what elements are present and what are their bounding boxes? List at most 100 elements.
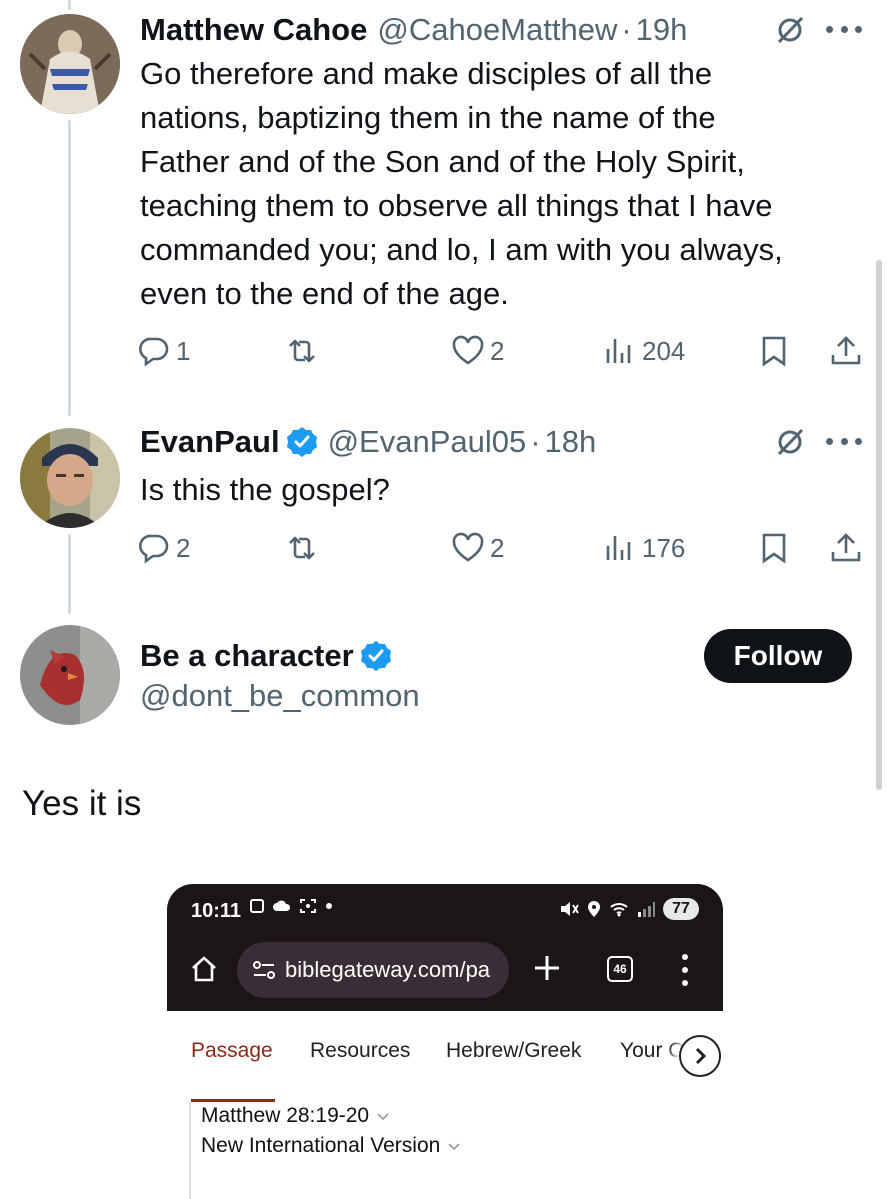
like-button[interactable]: 2 [452, 331, 504, 371]
follow-button[interactable]: Follow [704, 629, 852, 683]
notification-dot-icon [326, 903, 332, 909]
bookmark-button[interactable] [758, 331, 790, 371]
tab-your-content[interactable]: Your C [620, 1039, 683, 1063]
retweet-button[interactable] [286, 528, 318, 568]
heart-icon [452, 335, 484, 365]
tweet-text-line: Father and of the Son and of the Holy Sp… [140, 144, 745, 179]
location-icon [588, 901, 600, 917]
avatar-image [20, 428, 120, 528]
verified-badge-icon [286, 426, 318, 458]
chevron-down-icon [377, 1113, 389, 1121]
like-count: 2 [490, 335, 505, 366]
author-handle[interactable]: @dont_be_common [140, 678, 420, 714]
cloud-icon [273, 900, 291, 911]
verified-badge-icon [360, 640, 392, 672]
signal-icon [638, 902, 655, 917]
tab-passage[interactable]: Passage [191, 1039, 273, 1063]
thread-connector [68, 0, 71, 10]
tweet-text-line: Go therefore and make disciples of all t… [140, 56, 713, 91]
url-text: biblegateway.com/pa [285, 957, 491, 982]
reply-bubble-icon [139, 337, 169, 367]
scrollbar[interactable] [876, 260, 882, 790]
passage-selector: Matthew 28:19-20 New International Versi… [189, 1102, 723, 1199]
views-bar-chart-icon [606, 536, 631, 560]
tweet-text-line: nations, baptizing them in the name of t… [140, 100, 716, 135]
avatar-evanpaul[interactable] [20, 428, 120, 528]
avatar-matthew-cahoe[interactable] [20, 14, 120, 114]
url-bar-row: biblegateway.com/pa 46 [167, 938, 723, 1002]
bookmark-icon [762, 336, 786, 367]
views-button[interactable]: 176 [604, 528, 685, 568]
status-icons-right: 77 [559, 898, 699, 920]
passage-reference-select[interactable]: Matthew 28:19-20 [201, 1104, 391, 1128]
passage-reference: Matthew 28:19-20 [201, 1104, 370, 1127]
share-button[interactable] [830, 331, 862, 371]
attached-screenshot[interactable]: 10:11 77 biblegateway.com/pa 46 Passage … [167, 884, 723, 1199]
status-time: 10:11 [191, 900, 242, 922]
tweet-text: Is this the gospel? [140, 468, 870, 512]
retweet-button[interactable] [286, 331, 318, 371]
tweet-text-line: commanded you; and lo, I am with you alw… [140, 232, 783, 267]
share-button[interactable] [830, 528, 862, 568]
bookmark-icon [762, 533, 786, 564]
like-button[interactable]: 2 [452, 528, 504, 568]
like-count: 2 [490, 532, 505, 563]
mute-icon [561, 902, 579, 916]
reply-bubble-icon [139, 534, 169, 564]
avatar-image [20, 14, 120, 114]
site-nav: Passage Resources Hebrew/Greek Your C [167, 1011, 723, 1102]
share-upload-icon [831, 336, 861, 365]
timestamp[interactable]: 19h [636, 12, 688, 48]
separator-dot: · [621, 12, 632, 47]
focused-handle-line: @dont_be_common [140, 676, 420, 716]
author-name[interactable]: Be a character [140, 638, 354, 674]
grok-icon[interactable] [774, 426, 806, 458]
site-settings-icon[interactable] [251, 957, 277, 983]
heart-icon [452, 532, 484, 562]
battery-indicator: 77 [663, 898, 699, 920]
url-bar[interactable]: biblegateway.com/pa [237, 942, 509, 998]
browser-chrome: 10:11 77 biblegateway.com/pa 46 [167, 884, 723, 1011]
screenshot-icon [300, 899, 316, 913]
new-tab-plus-icon[interactable] [531, 952, 563, 984]
version-select[interactable]: New International Version [201, 1134, 462, 1158]
bible-version: New International Version [201, 1134, 441, 1157]
tweet-text-line: even to the end of the age. [140, 276, 509, 311]
tweet-actions: 1 2 204 [138, 331, 868, 371]
chevron-right-icon [695, 1047, 707, 1065]
retweet-icon [289, 339, 315, 363]
avatar-be-a-character[interactable] [20, 625, 120, 725]
share-upload-icon [831, 533, 861, 562]
more-options-icon[interactable] [826, 24, 862, 34]
tab-resources[interactable]: Resources [310, 1039, 410, 1063]
view-count: 176 [642, 532, 686, 563]
timestamp[interactable]: 18h [545, 424, 597, 460]
author-handle[interactable]: @EvanPaul05 [328, 424, 527, 460]
tab-hebrew-greek[interactable]: Hebrew/Greek [446, 1039, 581, 1063]
tweet-text-line: teaching them to observe all things that… [140, 188, 773, 223]
wifi-icon [610, 903, 628, 917]
chevron-down-icon [448, 1143, 460, 1151]
thread-connector [68, 534, 71, 614]
more-options-icon[interactable] [826, 436, 862, 446]
separator-dot: · [530, 424, 541, 459]
tweet-text: Go therefore and make disciples of all t… [140, 52, 870, 316]
reply-count: 1 [176, 335, 191, 366]
view-count: 204 [642, 335, 686, 366]
home-icon[interactable] [189, 954, 219, 984]
author-handle[interactable]: @CahoeMatthew [377, 12, 617, 48]
tweet-text-line: Is this the gospel? [140, 472, 390, 507]
reply-button[interactable]: 1 [138, 331, 190, 371]
author-name[interactable]: EvanPaul [140, 424, 280, 460]
status-icons-left [249, 898, 333, 914]
author-name[interactable]: Matthew Cahoe [140, 12, 367, 48]
bookmark-button[interactable] [758, 528, 790, 568]
views-button[interactable]: 204 [604, 331, 685, 371]
tweet-actions: 2 2 176 [138, 528, 868, 568]
tab-switcher-button[interactable]: 46 [607, 956, 633, 982]
thread-connector [68, 120, 71, 416]
reply-button[interactable]: 2 [138, 528, 190, 568]
grok-icon[interactable] [774, 14, 806, 46]
nav-next-button[interactable] [679, 1035, 721, 1077]
browser-menu-icon[interactable] [681, 954, 689, 986]
